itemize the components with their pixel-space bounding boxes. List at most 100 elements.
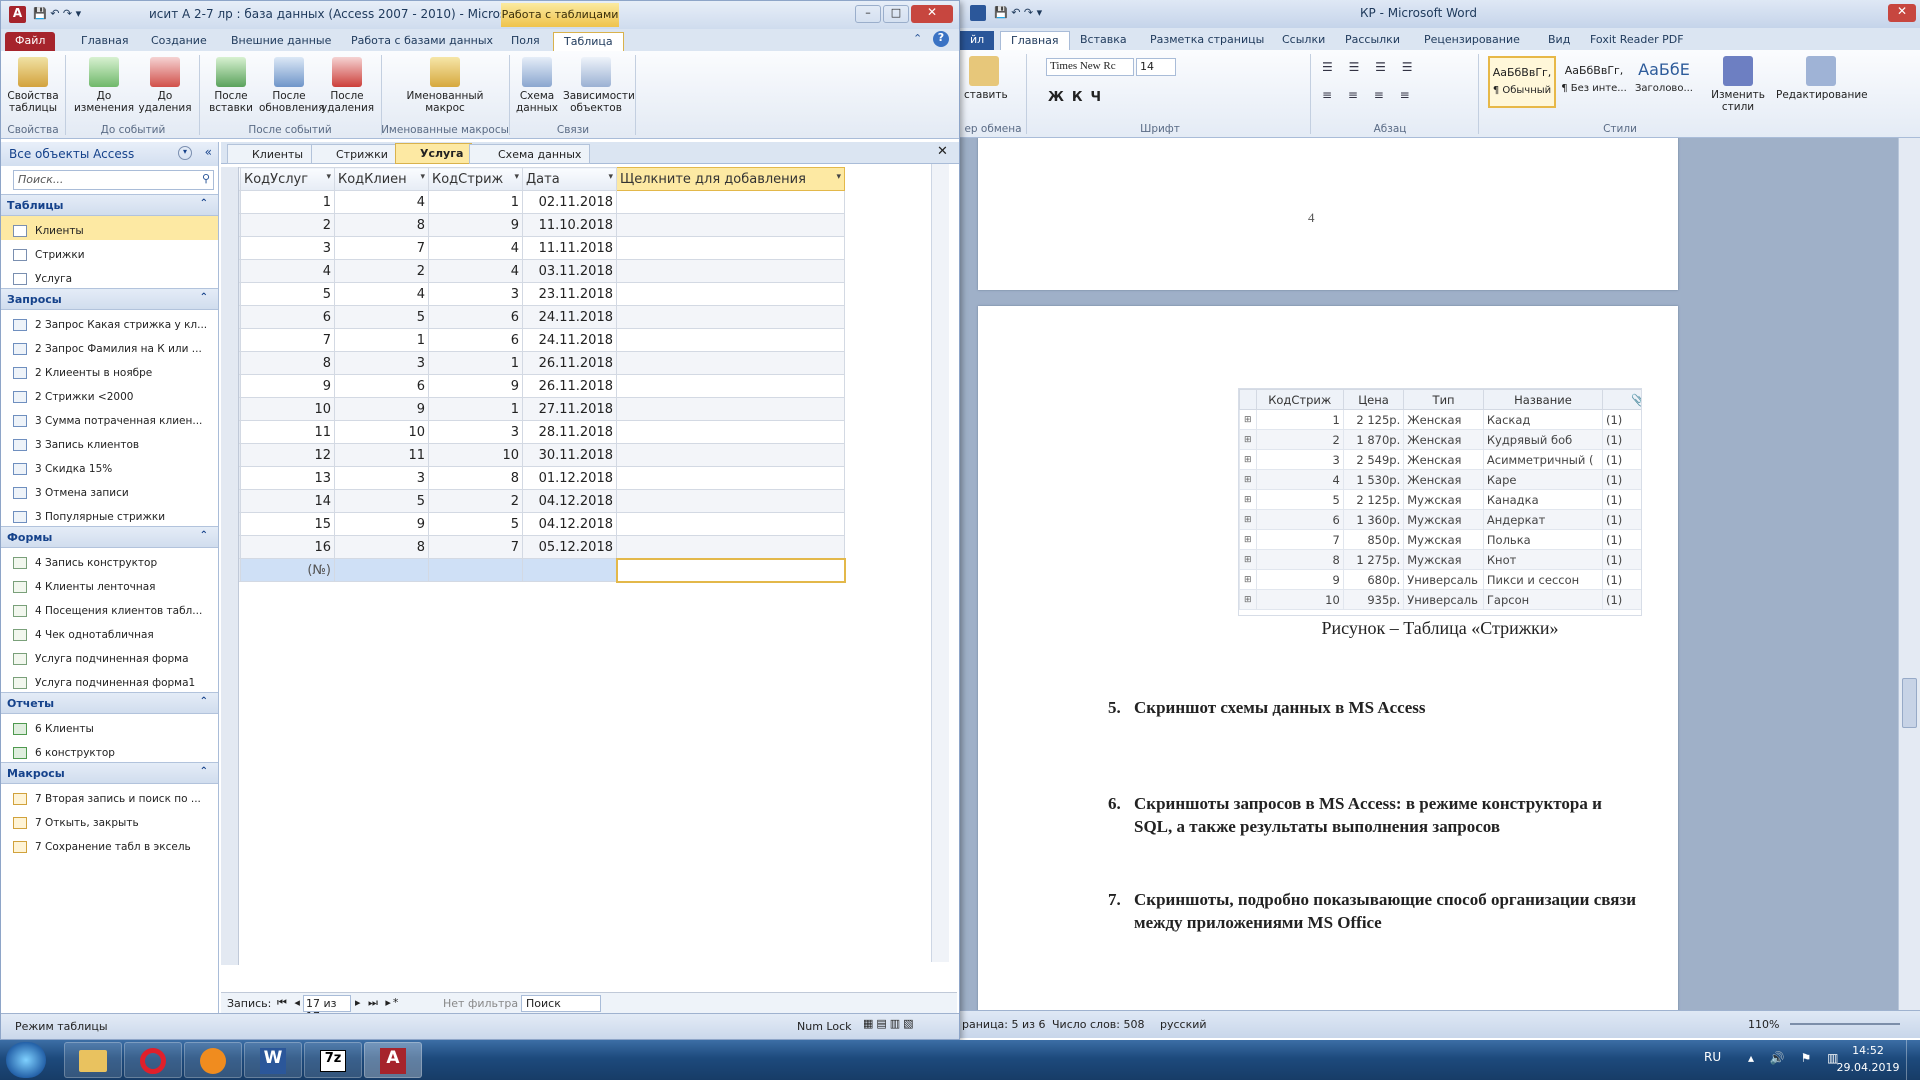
table-cell[interactable]: 05.12.2018 [522,535,617,559]
table-cell[interactable] [616,259,845,283]
font-size-select[interactable]: 14 [1136,58,1176,76]
table-row[interactable]: 4 2 4 03.11.2018 [221,259,845,283]
table-cell[interactable] [334,558,429,582]
doc-tab-haircuts[interactable]: Стрижки [311,144,397,164]
table-cell[interactable]: 10 [334,420,429,444]
new-record-row[interactable]: ✱(№) [221,557,846,583]
page-indicator[interactable]: раница: 5 из 6 [962,1018,1045,1031]
record-first-prev-buttons[interactable]: ⏮ ◂ [277,996,302,1010]
paste-button[interactable]: ставить [964,56,1008,101]
table-cell[interactable]: 26.11.2018 [522,351,617,375]
word-tab-view[interactable]: Вид [1538,31,1580,50]
table-cell[interactable] [522,558,617,582]
table-cell[interactable]: 4 [334,190,429,214]
nav-item[interactable]: 3 Популярные стрижки [1,502,218,526]
table-cell[interactable] [616,374,845,398]
table-cell[interactable] [616,351,845,375]
table-cell[interactable]: 1 [428,190,523,214]
nav-item[interactable]: Стрижки [1,240,218,264]
table-cell[interactable] [616,282,845,306]
nav-item[interactable]: 6 конструктор [1,738,218,762]
nav-item[interactable]: 4 Запись конструктор [1,548,218,572]
clock-time[interactable]: 14:52 [1838,1044,1898,1057]
record-search-input[interactable]: Поиск [521,995,601,1012]
taskbar-word[interactable]: W [244,1042,302,1078]
table-cell[interactable]: 5 [428,512,523,536]
table-cell[interactable]: 5 [240,282,335,306]
table-cell[interactable]: 24.11.2018 [522,328,617,352]
word-tab-foxit[interactable]: Foxit Reader PDF [1580,31,1694,50]
nav-item[interactable]: 7 Откыть, закрыть [1,808,218,832]
table-cell[interactable]: 4 [334,282,429,306]
zoom-slider[interactable] [1790,1023,1900,1025]
paragraph-buttons[interactable]: ☰ ☰ ☰ ☰ [1322,60,1418,74]
word-count[interactable]: Число слов: 508 [1052,1018,1145,1031]
table-cell[interactable]: 5 [334,305,429,329]
table-cell[interactable]: 8 [334,535,429,559]
table-cell[interactable] [616,489,845,513]
before-delete-button[interactable]: До удаления [137,57,193,114]
table-cell[interactable] [616,305,845,329]
table-cell[interactable]: 27.11.2018 [522,397,617,421]
tray-icons[interactable]: ▴ 🔊 ⚑ ▥ [1748,1051,1845,1065]
change-styles-button[interactable]: Изменить стили [1706,56,1770,113]
table-cell[interactable]: 16 [240,535,335,559]
table-cell[interactable] [616,512,845,536]
table-row[interactable]: 1 4 1 02.11.2018 [221,190,845,214]
close-document-icon[interactable]: ✕ [937,144,948,159]
table-cell[interactable]: 11 [240,420,335,444]
style-heading[interactable]: АаБбЕ Заголово... [1630,56,1698,108]
after-insert-button[interactable]: После вставки [205,57,257,114]
word-tab-insert[interactable]: Вставка [1070,31,1137,50]
nav-item[interactable]: 4 Чек однотабличная [1,620,218,644]
table-row[interactable]: 12 11 10 30.11.2018 [221,443,845,467]
tab-create[interactable]: Создание [141,32,217,51]
table-cell[interactable]: 2 [428,489,523,513]
column-sort-icon[interactable]: ▾ [608,172,613,182]
table-cell[interactable]: 3 [334,351,429,375]
table-cell[interactable]: 1 [240,190,335,214]
table-cell[interactable] [616,466,845,490]
table-cell[interactable]: 7 [334,236,429,260]
nav-dropdown-icon[interactable]: ▾ [178,146,192,160]
table-cell[interactable] [616,397,845,421]
table-row[interactable]: 5 4 3 23.11.2018 [221,282,845,306]
language-indicator[interactable]: RU [1704,1050,1721,1064]
table-cell[interactable]: 7 [240,328,335,352]
doc-tab-service[interactable]: Услуга [395,143,473,164]
nav-item[interactable]: 2 Стрижки <2000 [1,382,218,406]
nav-section-header[interactable]: Запросы ⌃ [1,288,218,310]
nav-item[interactable]: 3 Запись клиентов [1,430,218,454]
tab-database-tools[interactable]: Работа с базами данных [341,32,503,51]
style-no-spacing[interactable]: АаБбВвГг, ¶ Без инте... [1560,56,1628,108]
table-cell[interactable]: 9 [428,374,523,398]
close-button[interactable]: ✕ [911,5,953,23]
table-cell[interactable] [616,328,845,352]
tab-fields[interactable]: Поля [501,32,550,51]
nav-item[interactable]: Услуга подчиненная форма [1,644,218,668]
table-cell[interactable] [616,236,845,260]
show-desktop-button[interactable] [1906,1040,1920,1080]
table-cell[interactable] [428,558,523,582]
table-cell[interactable]: 6 [428,305,523,329]
table-cell[interactable] [616,535,845,559]
table-cell[interactable]: 12 [240,443,335,467]
table-cell[interactable]: 14 [240,489,335,513]
table-row[interactable]: 11 10 3 28.11.2018 [221,420,845,444]
record-position-input[interactable]: 17 из 17 [303,995,351,1023]
word-quick-access[interactable]: 💾 ↶ ↷ ▾ [994,6,1042,19]
table-cell[interactable]: 4 [428,259,523,283]
table-row[interactable]: 7 1 6 24.11.2018 [221,328,845,352]
table-cell[interactable]: 11.10.2018 [522,213,617,237]
named-macro-button[interactable]: Именованный макрос [401,57,489,114]
column-sort-icon[interactable]: ▾ [836,172,841,182]
nav-item[interactable]: Услуга [1,264,218,288]
active-cell[interactable] [615,557,846,583]
taskbar-access[interactable]: A [364,1042,422,1078]
taskbar-opera[interactable] [124,1042,182,1078]
table-row[interactable]: 8 3 1 26.11.2018 [221,351,845,375]
nav-pane-header[interactable]: Все объекты Access ▾ « [1,142,218,166]
table-row[interactable]: 16 8 7 05.12.2018 [221,535,845,559]
table-cell[interactable]: 1 [334,328,429,352]
table-cell[interactable]: 3 [428,420,523,444]
